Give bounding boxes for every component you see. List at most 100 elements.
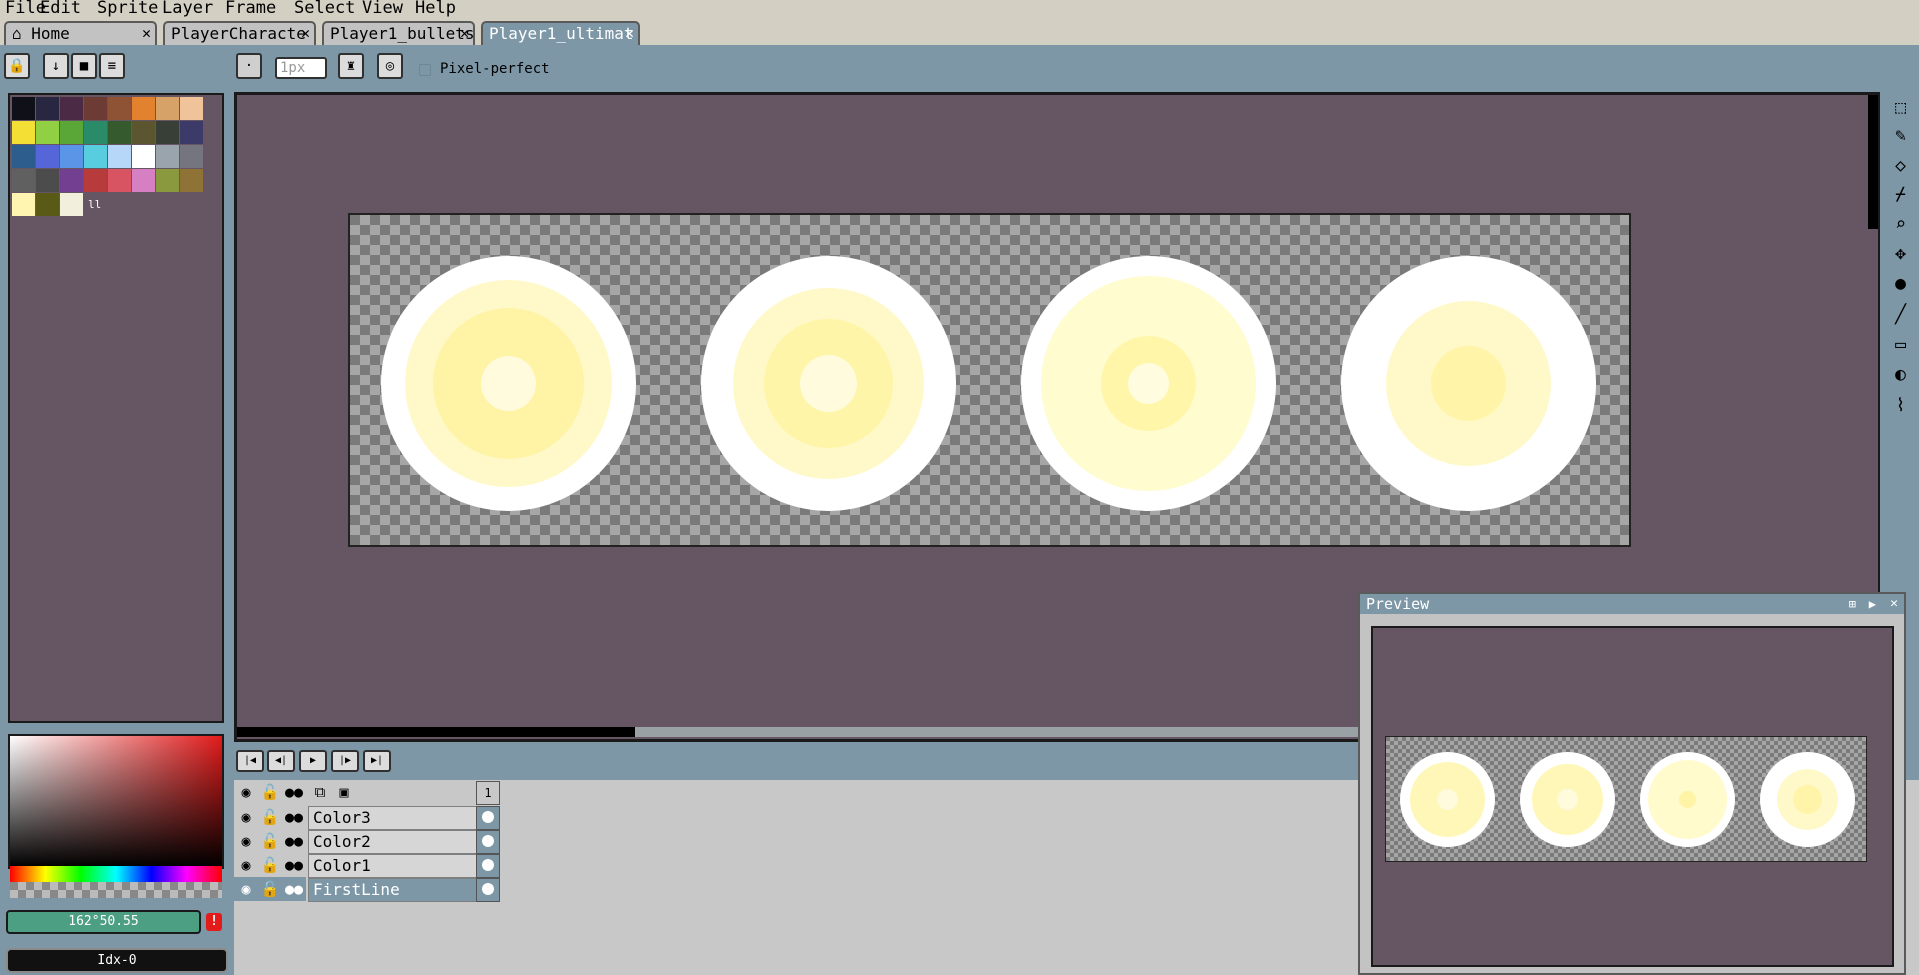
- palette-swatch[interactable]: [36, 121, 59, 144]
- lock-icon[interactable]: 🔓: [258, 780, 282, 804]
- palette-swatch[interactable]: [156, 169, 179, 192]
- preview-title[interactable]: Preview ⊞ ▶ ✕: [1360, 594, 1904, 614]
- link-cels-icon[interactable]: ⧉: [308, 780, 332, 804]
- close-icon[interactable]: ✕: [460, 23, 469, 44]
- palette-swatch[interactable]: [36, 169, 59, 192]
- color-index-field[interactable]: Idx-0: [6, 948, 228, 973]
- palette-swatch[interactable]: [84, 145, 107, 168]
- menu-frame[interactable]: Frame: [225, 0, 276, 18]
- continuous-icon[interactable]: ●●: [282, 829, 306, 853]
- warning-icon[interactable]: !: [206, 913, 222, 931]
- lock-icon[interactable]: 🔓: [258, 877, 282, 901]
- eye-icon[interactable]: ◉: [234, 780, 258, 804]
- last-frame-button[interactable]: ▶|: [363, 750, 391, 772]
- menu-edit[interactable]: Edit: [40, 0, 81, 18]
- fit-icon[interactable]: ⊞: [1849, 594, 1856, 614]
- palette-swatch[interactable]: [180, 145, 203, 168]
- close-icon[interactable]: ✕: [1890, 594, 1898, 614]
- onion-skin-icon[interactable]: ▣: [332, 780, 356, 804]
- palette-swatch[interactable]: [108, 169, 131, 192]
- palette-swatch[interactable]: [180, 121, 203, 144]
- menu-help[interactable]: Help: [415, 0, 456, 18]
- next-frame-button[interactable]: |▶: [331, 750, 359, 772]
- palette-swatch[interactable]: [180, 97, 203, 120]
- palette-sort-icon[interactable]: ↓: [43, 53, 69, 79]
- color-spectrum[interactable]: [8, 734, 224, 869]
- cel[interactable]: [476, 878, 500, 902]
- layer-row[interactable]: ◉ 🔓 ●● Color1: [234, 853, 500, 878]
- layer-name[interactable]: FirstLine: [308, 878, 478, 902]
- palette-swatch[interactable]: [132, 121, 155, 144]
- close-icon[interactable]: ✕: [625, 23, 634, 44]
- palette-swatch[interactable]: [132, 145, 155, 168]
- palette-swatch[interactable]: [60, 145, 83, 168]
- palette-swatch[interactable]: [84, 169, 107, 192]
- tab-player1-bullets[interactable]: Player1_bullets. ✕: [322, 21, 475, 45]
- tab-home[interactable]: ⌂ Home ✕: [4, 21, 157, 45]
- cel[interactable]: [476, 854, 500, 878]
- lock-icon[interactable]: 🔓: [258, 853, 282, 877]
- tab-player-character[interactable]: PlayerCharacte ✕: [163, 21, 316, 45]
- palette-swatch[interactable]: [108, 145, 131, 168]
- pencil-tool-icon[interactable]: ✎: [1887, 122, 1914, 149]
- layer-name[interactable]: Color1: [308, 854, 478, 878]
- layer-name[interactable]: Color3: [308, 806, 478, 830]
- play-icon[interactable]: ▶: [1869, 594, 1876, 614]
- layer-row[interactable]: ◉ 🔓 ●● Color3: [234, 805, 500, 830]
- alpha-slider[interactable]: [10, 882, 222, 898]
- close-icon[interactable]: ✕: [301, 23, 310, 44]
- color-value-field[interactable]: 162°50.55: [6, 910, 201, 934]
- palette-swatch[interactable]: [36, 145, 59, 168]
- palette-swatch[interactable]: [12, 145, 35, 168]
- menu-select[interactable]: Select: [294, 0, 355, 18]
- eraser-tool-icon[interactable]: ◇: [1887, 152, 1914, 179]
- sprite-canvas[interactable]: [348, 213, 1631, 547]
- lock-icon[interactable]: 🔓: [258, 829, 282, 853]
- palette-swatch[interactable]: [156, 97, 179, 120]
- cel[interactable]: [476, 830, 500, 854]
- play-button[interactable]: ▶: [299, 750, 327, 772]
- brush-size-input[interactable]: 1px: [275, 57, 327, 79]
- eye-icon[interactable]: ◉: [234, 805, 258, 829]
- palette-swatch[interactable]: [180, 169, 203, 192]
- palette-swatch[interactable]: [84, 97, 107, 120]
- fill-tool-icon[interactable]: ●: [1887, 270, 1914, 297]
- palette-swatch[interactable]: [60, 97, 83, 120]
- palette-swatch[interactable]: [84, 121, 107, 144]
- tab-player1-ultimate[interactable]: Player1_ultimat ✕: [481, 21, 640, 45]
- blur-tool-icon[interactable]: ⌇: [1887, 392, 1914, 419]
- horizontal-scroll-thumb[interactable]: [237, 727, 635, 737]
- palette-swatch[interactable]: [36, 97, 59, 120]
- lock-icon[interactable]: 🔒: [4, 53, 30, 79]
- layer-row[interactable]: ◉ 🔓 ●● FirstLine: [234, 877, 500, 902]
- vertical-scroll-thumb[interactable]: [1868, 95, 1878, 229]
- eye-icon[interactable]: ◉: [234, 877, 258, 901]
- rectangle-tool-icon[interactable]: ▭: [1887, 331, 1914, 358]
- palette-swatch[interactable]: [132, 97, 155, 120]
- palette-swatch[interactable]: [12, 97, 35, 120]
- eyedropper-tool-icon[interactable]: ⌿: [1887, 181, 1914, 208]
- move-tool-icon[interactable]: ✥: [1887, 240, 1914, 267]
- opacity-icon[interactable]: ◎: [377, 53, 403, 79]
- palette-swatch[interactable]: [36, 193, 59, 216]
- palette-swatch[interactable]: [12, 169, 35, 192]
- palette-swatch[interactable]: [12, 121, 35, 144]
- contour-tool-icon[interactable]: ◐: [1887, 361, 1914, 388]
- palette-swatch[interactable]: [60, 169, 83, 192]
- palette-presets-icon[interactable]: ■: [71, 53, 97, 79]
- continuous-icon[interactable]: ●●: [282, 877, 306, 901]
- layer-row[interactable]: ◉ 🔓 ●● Color2: [234, 829, 500, 854]
- palette-swatch[interactable]: [108, 121, 131, 144]
- ink-icon[interactable]: ♜: [338, 53, 364, 79]
- brush-type-button[interactable]: ·: [236, 53, 262, 79]
- continuous-icon[interactable]: ●●: [282, 805, 306, 829]
- palette-swatch[interactable]: [60, 121, 83, 144]
- close-icon[interactable]: ✕: [142, 23, 151, 44]
- pixel-perfect-checkbox[interactable]: [419, 64, 431, 76]
- marquee-tool-icon[interactable]: ⬚: [1887, 94, 1914, 121]
- palette-swatch[interactable]: [156, 121, 179, 144]
- menu-sprite[interactable]: Sprite: [97, 0, 158, 18]
- hue-slider[interactable]: [10, 866, 222, 882]
- palette-options-icon[interactable]: ≡: [99, 53, 125, 79]
- eye-icon[interactable]: ◉: [234, 853, 258, 877]
